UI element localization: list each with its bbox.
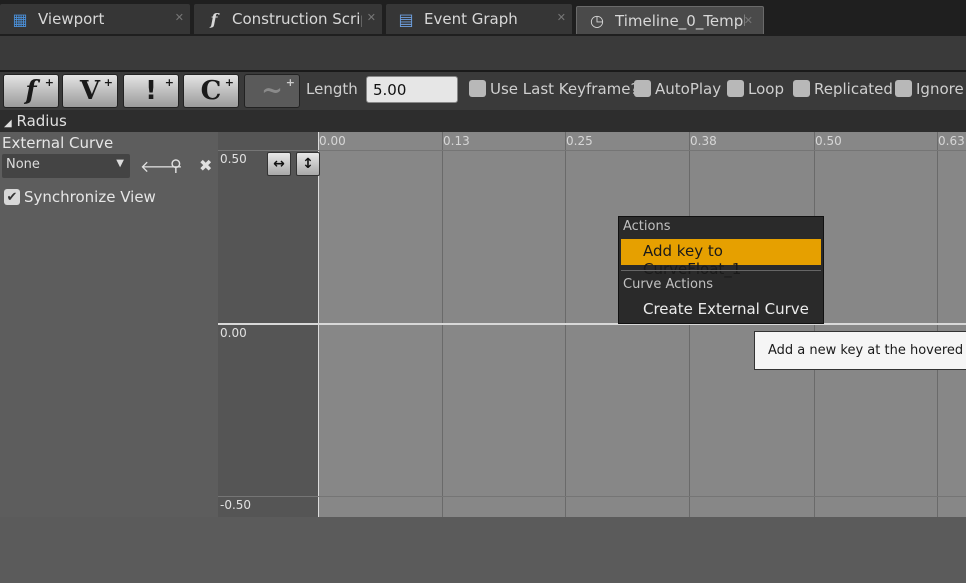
tab-construction-script[interactable]: f Construction Scrip ✕: [194, 4, 382, 34]
checkmark-icon: ✔: [4, 189, 20, 205]
context-menu: Actions Add key to CurveFloat_1 Curve Ac…: [618, 216, 824, 324]
track-name: Radius: [16, 112, 67, 130]
time-tick: 0.25: [566, 134, 593, 148]
synchronize-view-checkbox[interactable]: ✔ Synchronize View: [4, 188, 156, 206]
function-icon: f: [210, 9, 218, 29]
value-tick: 0.50: [220, 152, 247, 166]
ignore-time-dilation-checkbox[interactable]: [895, 80, 912, 97]
close-icon[interactable]: ✕: [175, 11, 184, 24]
tab-timeline[interactable]: ◷ Timeline_0_Templ ✕: [576, 6, 764, 34]
track-options-panel: External Curve None ▼ 🡐 ⚲ ✖ ✔ Synchroniz…: [0, 132, 218, 517]
length-label: Length: [306, 80, 358, 98]
fit-vertical-icon: ↕: [302, 156, 314, 172]
collapse-triangle-icon[interactable]: ◢: [4, 118, 12, 129]
add-color-track-button[interactable]: C +: [183, 74, 239, 108]
loop-checkbox[interactable]: [727, 80, 744, 97]
menu-section-curve-actions: Curve Actions: [623, 277, 713, 292]
use-last-keyframe-checkbox[interactable]: [469, 80, 486, 97]
timeline-toolbar: f + V + ! + C + ~ + Length 5.00 Use Last Keyf…: [0, 72, 966, 110]
external-curve-label: External Curve: [2, 134, 114, 152]
add-color-track-icon: C: [200, 76, 222, 106]
secondary-bar: [0, 36, 966, 70]
close-icon[interactable]: ✕: [557, 11, 566, 24]
time-tick: 0.38: [690, 134, 717, 148]
add-curve-asset-button[interactable]: ~ +: [244, 74, 300, 108]
event-graph-icon: ▤: [398, 9, 414, 29]
add-float-track-button[interactable]: f +: [3, 74, 59, 108]
tooltip: Add a new key at the hovered t: [754, 331, 966, 370]
clock-icon: ◷: [590, 11, 604, 30]
curve-editor[interactable]: 0.00 0.13 0.25 0.38 0.50 0.63 0.50 0.00 …: [218, 132, 966, 517]
time-tick: 0.50: [815, 134, 842, 148]
value-tick: -0.50: [220, 498, 252, 512]
tab-event-graph[interactable]: ▤ Event Graph ✕: [386, 4, 572, 34]
close-icon[interactable]: ✕: [367, 11, 376, 24]
create-external-curve-menu-item[interactable]: Create External Curve: [621, 297, 821, 323]
add-event-track-icon: !: [145, 76, 157, 106]
time-tick: 0.63: [938, 134, 965, 148]
add-event-track-button[interactable]: ! +: [123, 74, 179, 108]
time-tick: 0.00: [319, 134, 346, 148]
add-curve-asset-icon: ~: [261, 76, 283, 106]
browse-magnifier-icon[interactable]: ⚲: [170, 156, 182, 175]
close-icon[interactable]: ✕: [744, 14, 753, 27]
menu-section-actions: Actions: [623, 219, 671, 234]
add-key-menu-item[interactable]: Add key to CurveFloat_1: [621, 239, 821, 278]
tab-viewport[interactable]: ▦ Viewport ✕: [0, 4, 190, 34]
time-tick: 0.13: [443, 134, 470, 148]
value-tick: 0.00: [220, 326, 247, 340]
replicated-checkbox[interactable]: [793, 80, 810, 97]
tab-bar: ▦ Viewport ✕ f Construction Scrip ✕ ▤ Ev…: [0, 0, 966, 36]
chevron-down-icon: ▼: [116, 158, 124, 169]
add-vector-track-button[interactable]: V +: [62, 74, 118, 108]
track-header[interactable]: ◢ Radius: [0, 110, 966, 132]
length-input[interactable]: 5.00: [366, 76, 458, 103]
add-vector-track-icon: V: [79, 76, 101, 106]
zoom-to-fit-horizontal-button[interactable]: ↔: [267, 152, 291, 176]
viewport-icon: ▦: [12, 9, 28, 29]
autoplay-checkbox[interactable]: [634, 80, 651, 97]
external-curve-dropdown[interactable]: None ▼: [2, 154, 130, 178]
clear-x-icon[interactable]: ✖: [199, 156, 212, 175]
zoom-to-fit-vertical-button[interactable]: ↕: [296, 152, 320, 176]
add-float-track-icon: f: [25, 76, 37, 106]
fit-horizontal-icon: ↔: [273, 156, 285, 172]
